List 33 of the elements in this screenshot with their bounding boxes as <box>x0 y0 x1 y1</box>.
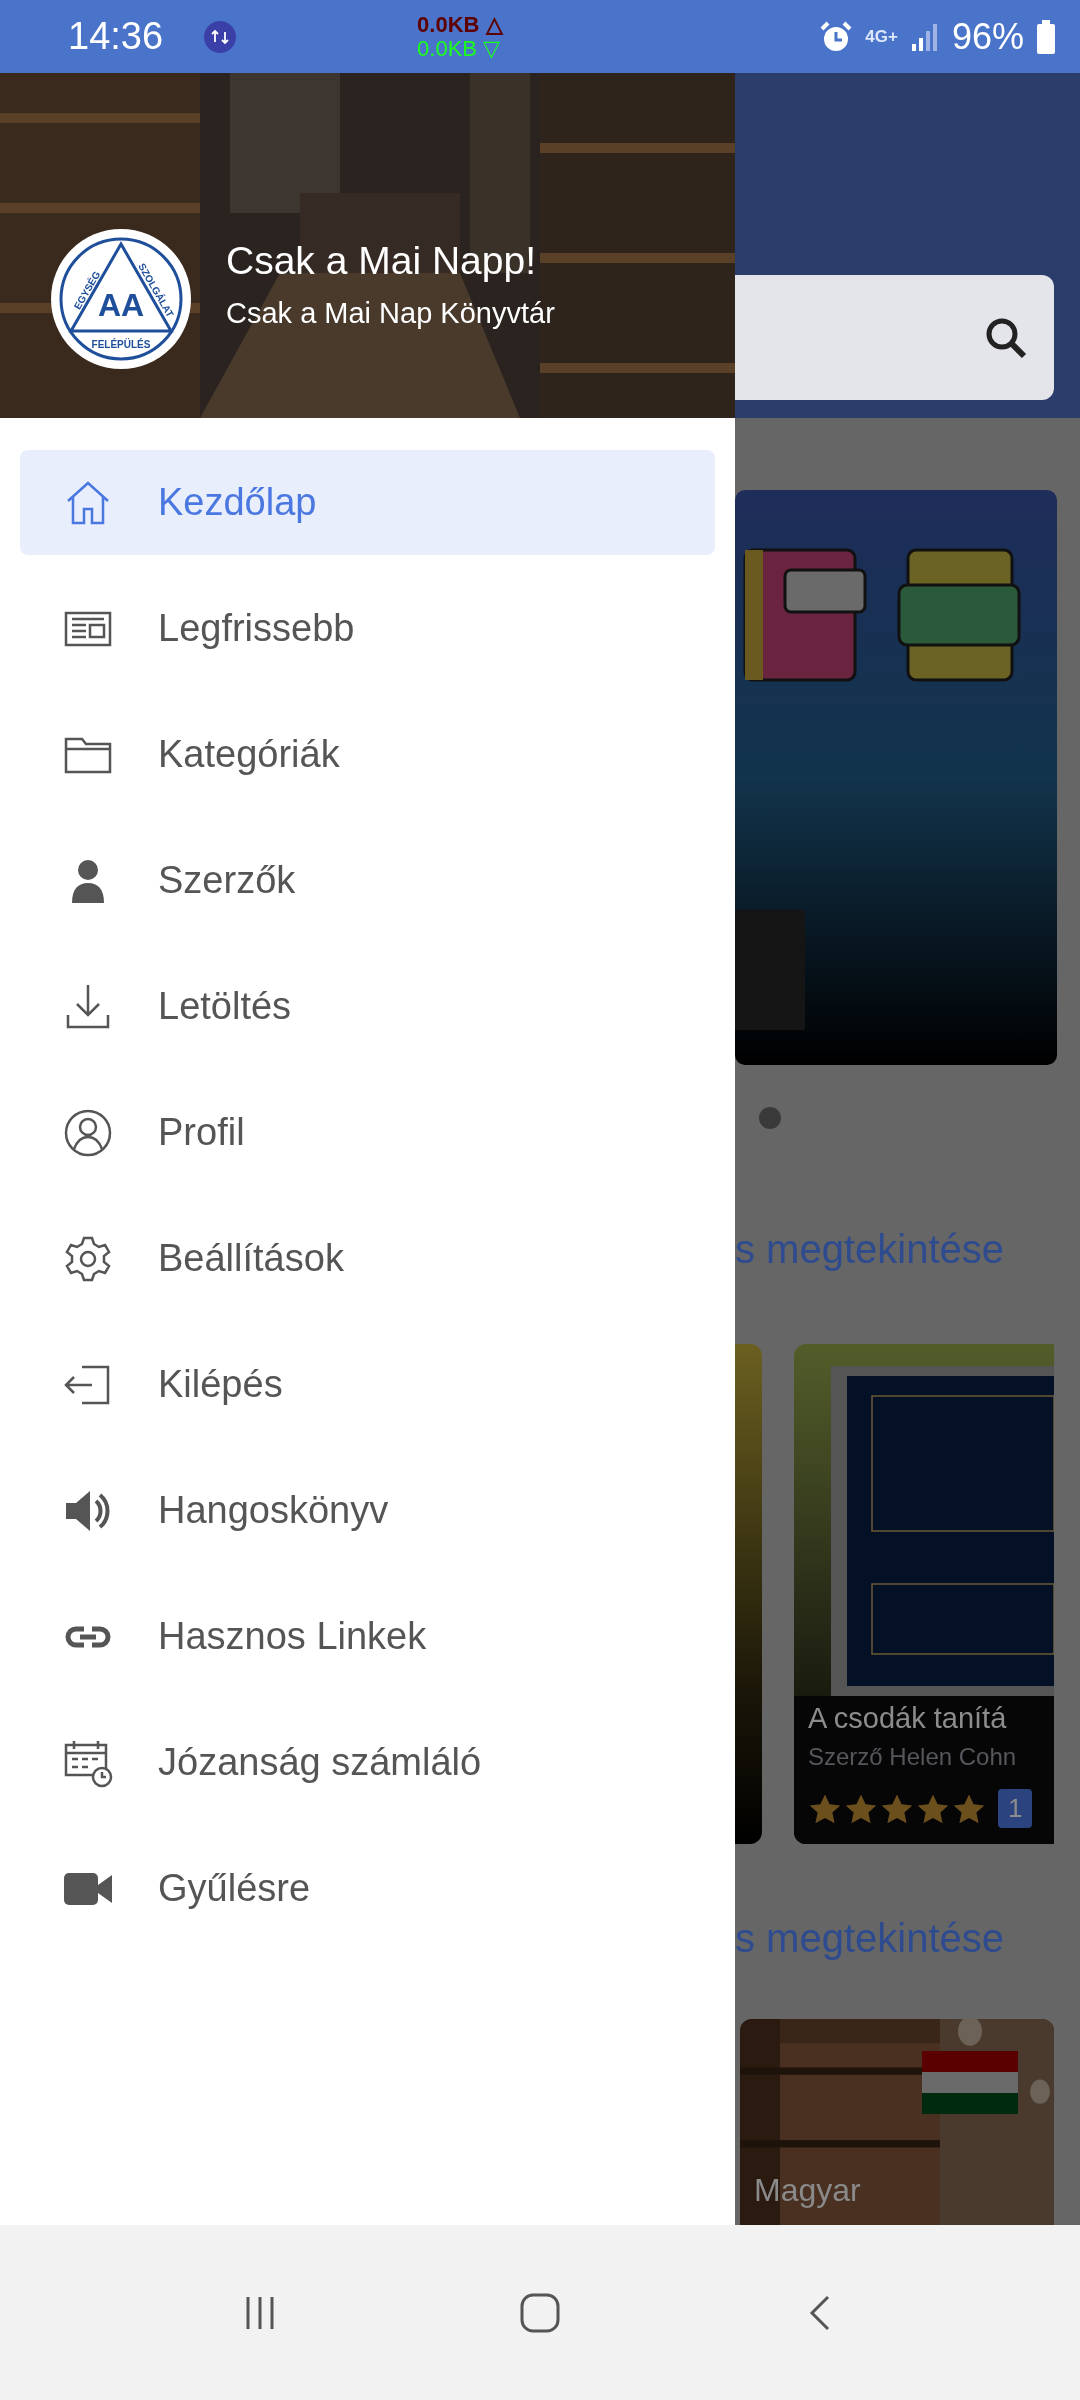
menu-item[interactable]: Beállítások <box>20 1206 715 1311</box>
menu-item[interactable]: Józanság számláló <box>20 1710 715 1815</box>
app-subtitle: Csak a Mai Nap Könyvtár <box>226 296 555 330</box>
category-card[interactable]: Magyar <box>740 2019 1054 2225</box>
alarm-icon <box>819 19 854 54</box>
home-button-icon[interactable] <box>519 2291 561 2334</box>
upload-speed: 0.0KB △ <box>417 12 503 37</box>
book-title: A csodák tanítá <box>808 1702 1008 1735</box>
category-label: Magyar <box>754 2172 861 2209</box>
menu-item[interactable]: Hasznos Linkek <box>20 1584 715 1689</box>
menu-item[interactable]: Kezdőlap <box>20 450 715 555</box>
book-card[interactable] <box>735 1344 762 1844</box>
book-author: Szerző Helen Cohn <box>808 1743 1018 1771</box>
menu-item[interactable]: Hangoskönyv <box>20 1458 715 1563</box>
menu-item[interactable]: Kategóriák <box>20 702 715 807</box>
signal-icon <box>909 21 940 52</box>
menu-item[interactable]: Letöltés <box>20 954 715 1059</box>
battery-level: 96% <box>951 15 1024 58</box>
flag-icon <box>922 2051 1018 2114</box>
book-card[interactable]: A csodák tanítá Szerző Helen Cohn 1 <box>794 1344 1054 1844</box>
battery-icon <box>1036 19 1056 54</box>
data-saver-icon <box>203 19 238 54</box>
menu-item[interactable]: Gyűlésre <box>20 1836 715 1941</box>
menu-item[interactable]: Profil <box>20 1080 715 1185</box>
search-field[interactable] <box>735 275 1054 400</box>
network-type: 4G+ <box>865 26 898 47</box>
download-speed: 0.0KB ▽ <box>417 36 502 61</box>
app-title: Csak a Mai Napp! <box>226 238 537 283</box>
menu-item[interactable]: Legfrissebb <box>20 576 715 681</box>
menu-item[interactable]: Kilépés <box>20 1332 715 1437</box>
clock: 14:36 <box>68 15 164 58</box>
count-badge: 1 <box>998 1789 1033 1828</box>
menu-item[interactable]: Szerzők <box>20 828 715 933</box>
